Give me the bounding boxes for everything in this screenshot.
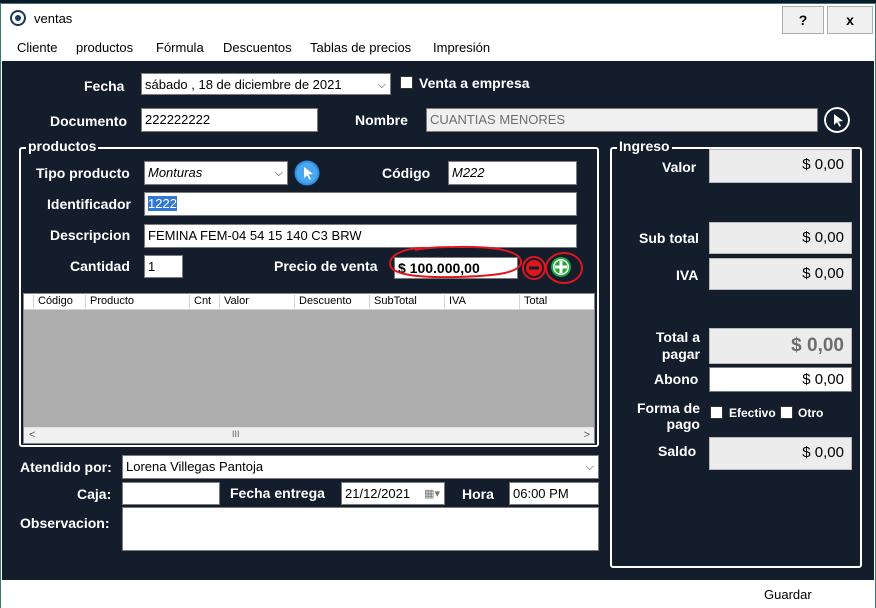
- identificador-input[interactable]: 1222: [144, 192, 577, 216]
- codigo-input[interactable]: M222: [448, 161, 577, 185]
- documento-input[interactable]: 222222222: [141, 108, 318, 132]
- guardar-button[interactable]: Guardar: [764, 587, 812, 602]
- codigo-label: Código: [382, 165, 431, 181]
- menu-cliente[interactable]: Cliente: [17, 40, 57, 55]
- menu-descuentos[interactable]: Descuentos: [223, 40, 292, 55]
- valor-label: Valor: [662, 159, 697, 175]
- ingreso-group-title: Ingreso: [617, 138, 672, 154]
- annotation-circle-precio: [388, 245, 523, 279]
- otro-label: Otro: [798, 406, 824, 420]
- scroll-right-icon[interactable]: >: [584, 429, 590, 441]
- nombre-input[interactable]: CUANTIAS MENORES: [426, 108, 818, 132]
- subtotal-label: Sub total: [639, 230, 699, 246]
- venta-empresa-label: Venta a empresa: [419, 75, 530, 91]
- total-output: $ 0,00: [709, 328, 852, 364]
- precio-venta-label: Precio de venta: [274, 258, 378, 274]
- identificador-value: 1222: [148, 196, 177, 211]
- saldo-output: $ 0,00: [709, 437, 852, 470]
- observacion-textarea[interactable]: [122, 507, 599, 551]
- venta-empresa-checkbox[interactable]: [400, 76, 413, 89]
- select-producto-cursor-icon[interactable]: [294, 160, 320, 186]
- fecha-picker[interactable]: sábado , 18 de diciembre de 2021 ⌵: [141, 73, 391, 95]
- window-title: ventas: [34, 11, 73, 26]
- iva-label: IVA: [676, 267, 699, 283]
- observacion-label: Observacion:: [20, 515, 110, 531]
- tipo-producto-value: Monturas: [148, 165, 203, 180]
- total-label-line2: pagar: [661, 346, 700, 362]
- col-descuento[interactable]: Descuento: [294, 295, 369, 310]
- total-label-line1: Total a: [655, 329, 700, 345]
- nombre-label: Nombre: [355, 112, 408, 128]
- fecha-entrega-picker[interactable]: 21/12/2021 ▦▾: [341, 482, 445, 505]
- identificador-label: Identificador: [47, 196, 132, 212]
- productos-grid[interactable]: Código Producto Cnt Valor Descuento SubT…: [23, 293, 595, 444]
- abono-label: Abono: [654, 371, 699, 387]
- status-bar: Guardar: [1, 580, 875, 608]
- caja-input[interactable]: [122, 482, 220, 505]
- calendar-icon[interactable]: ▦▾: [424, 486, 440, 503]
- search-cliente-cursor-icon[interactable]: [824, 107, 850, 133]
- chevron-down-icon: ⌵: [585, 461, 594, 473]
- col-subtotal[interactable]: SubTotal: [369, 295, 444, 310]
- hora-label: Hora: [462, 486, 494, 502]
- forma-pago-label-line1: Forma de: [636, 400, 700, 416]
- close-button[interactable]: x: [827, 6, 873, 34]
- add-item-icon[interactable]: [544, 251, 592, 285]
- subtotal-output: $ 0,00: [709, 222, 852, 254]
- col-producto[interactable]: Producto: [85, 295, 189, 310]
- descripcion-label: Descripcion: [50, 227, 131, 243]
- iva-output: $ 0,00: [709, 258, 852, 290]
- tipo-producto-select[interactable]: Monturas ⌵: [144, 161, 288, 185]
- grid-horizontal-scrollbar[interactable]: < III >: [24, 427, 594, 443]
- atendido-value: Lorena Villegas Pantoja: [126, 459, 264, 474]
- chevron-down-icon: ⌵: [377, 79, 386, 91]
- menu-formula[interactable]: Fórmula: [156, 40, 204, 55]
- valor-output: $ 0,00: [709, 149, 852, 183]
- menu-productos[interactable]: productos: [76, 40, 133, 55]
- saldo-label: Saldo: [658, 443, 697, 459]
- menu-impresion[interactable]: Impresión: [433, 40, 490, 55]
- col-cnt[interactable]: Cnt: [189, 295, 219, 310]
- help-button[interactable]: ?: [782, 6, 824, 34]
- chevron-down-icon: ⌵: [274, 167, 283, 179]
- efectivo-checkbox[interactable]: [710, 406, 723, 419]
- col-codigo[interactable]: Código: [33, 295, 85, 310]
- productos-group-title: productos: [26, 138, 99, 154]
- menu-tablas-precios[interactable]: Tablas de precios: [310, 40, 411, 55]
- main-panel: Fecha sábado , 18 de diciembre de 2021 ⌵…: [2, 61, 874, 580]
- col-total[interactable]: Total: [519, 295, 594, 310]
- atendido-label: Atendido por:: [20, 459, 112, 475]
- fecha-label: Fecha: [84, 78, 125, 94]
- fecha-entrega-value: 21/12/2021: [345, 486, 411, 501]
- title-bar: ventas ? x: [1, 4, 875, 34]
- caja-label: Caja:: [77, 486, 112, 502]
- col-iva[interactable]: IVA: [444, 295, 519, 310]
- hora-input[interactable]: 06:00 PM: [509, 482, 599, 505]
- tipo-producto-label: Tipo producto: [36, 165, 130, 181]
- col-valor[interactable]: Valor: [219, 295, 294, 310]
- abono-input[interactable]: $ 0,00: [709, 367, 852, 392]
- ventas-window: ventas ? x Cliente productos Fórmula Des…: [0, 3, 876, 608]
- scroll-left-icon[interactable]: <: [29, 429, 35, 441]
- forma-pago-label-line2: pago: [666, 416, 700, 432]
- atendido-select[interactable]: Lorena Villegas Pantoja ⌵: [122, 455, 599, 479]
- cantidad-input[interactable]: 1: [144, 255, 183, 278]
- cantidad-label: Cantidad: [70, 258, 130, 274]
- scroll-thumb[interactable]: III: [232, 429, 240, 439]
- documento-label: Documento: [50, 113, 127, 129]
- efectivo-label: Efectivo: [729, 406, 776, 420]
- otro-checkbox[interactable]: [780, 406, 793, 419]
- grid-header: Código Producto Cnt Valor Descuento SubT…: [24, 294, 594, 310]
- menu-bar: Cliente productos Fórmula Descuentos Tab…: [1, 34, 875, 60]
- app-icon: [10, 10, 26, 26]
- fecha-value: sábado , 18 de diciembre de 2021: [145, 77, 342, 92]
- fecha-entrega-label: Fecha entrega: [230, 485, 325, 501]
